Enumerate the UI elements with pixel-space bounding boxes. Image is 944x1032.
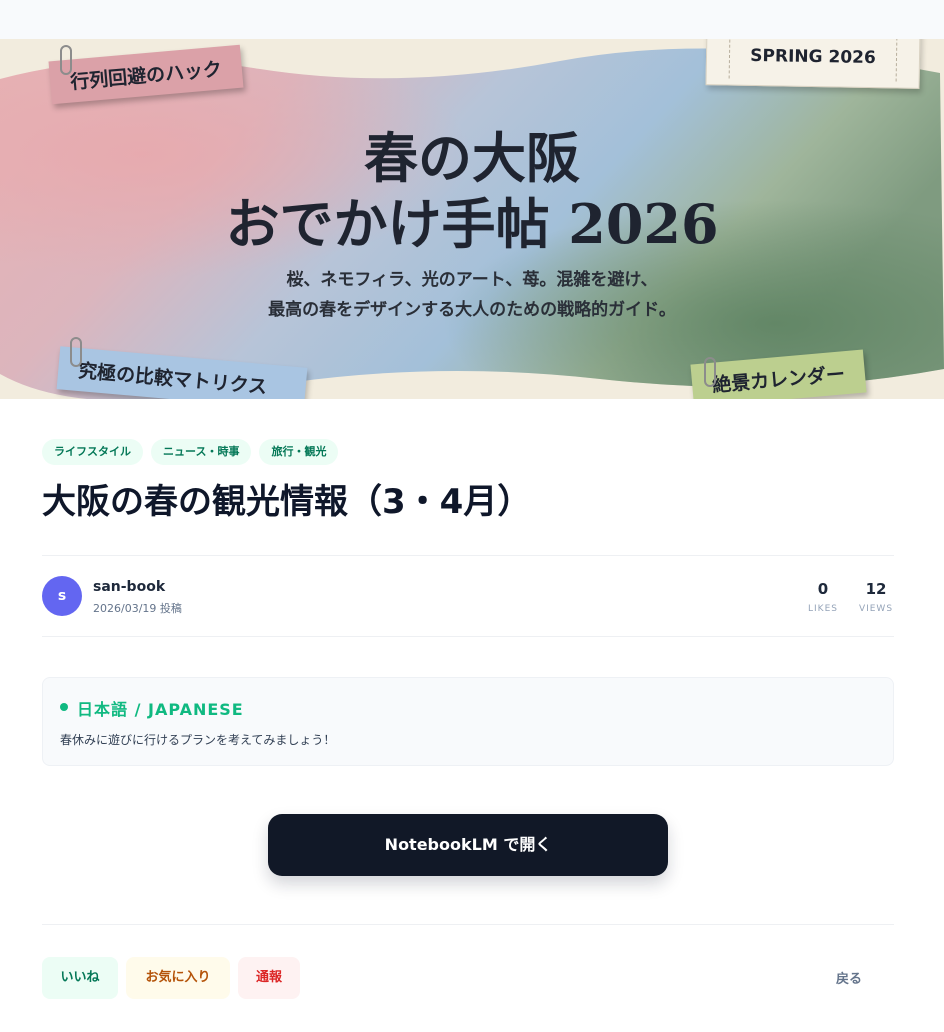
views-count: 12 bbox=[865, 580, 887, 598]
views-label: VIEWS bbox=[858, 604, 894, 614]
hero-title-line2: おでかけ手帖 2026 bbox=[225, 192, 719, 256]
paperclip-icon bbox=[70, 337, 82, 367]
language-dot-icon bbox=[60, 703, 68, 711]
back-link[interactable]: 戻る bbox=[836, 968, 862, 987]
tag-list: ライフスタイル ニュース・時事 旅行・観光 bbox=[42, 439, 339, 465]
tag-lifestyle[interactable]: ライフスタイル bbox=[42, 439, 143, 465]
likes-label: LIKES bbox=[808, 604, 838, 614]
divider bbox=[42, 636, 894, 637]
tag-travel[interactable]: 旅行・観光 bbox=[259, 439, 339, 465]
open-notebooklm-button[interactable]: NotebookLM で開く bbox=[268, 814, 668, 876]
like-button[interactable]: いいね bbox=[42, 957, 118, 999]
views-stat: 12 VIEWS bbox=[856, 579, 896, 619]
hero-banner: 春の大阪 おでかけ手帖 2026 桜、ネモフィラ、光のアート、苺。混雑を避け、 … bbox=[0, 39, 944, 399]
tag-news[interactable]: ニュース・時事 bbox=[151, 439, 252, 465]
hero-subtitle-line2: 最高の春をデザインする大人のための戦略的ガイド。 bbox=[268, 300, 676, 320]
language-label: 日本語 / JAPANESE bbox=[77, 700, 244, 719]
favorite-button[interactable]: お気に入り bbox=[126, 957, 230, 999]
hero-title-line1: 春の大阪 bbox=[364, 126, 580, 190]
top-bar bbox=[0, 0, 944, 39]
divider bbox=[42, 555, 894, 556]
avatar[interactable]: s bbox=[42, 576, 82, 616]
spring-ticket: SPRING 2026 bbox=[705, 39, 921, 89]
hero-subtitle-line1: 桜、ネモフィラ、光のアート、苺。混雑を避け、 bbox=[286, 270, 658, 290]
ticket-perforation bbox=[728, 39, 898, 82]
language-section: 日本語 / JAPANESE 春休みに遊びに行けるプランを考えてみましょう！ bbox=[42, 677, 894, 766]
post-title: 大阪の春の観光情報（3・4月） bbox=[42, 482, 532, 522]
likes-count: 0 bbox=[817, 580, 829, 598]
post-description: 春休みに遊びに行けるプランを考えてみましょう！ bbox=[60, 733, 336, 747]
paperclip-icon bbox=[704, 357, 716, 387]
post-date: 2026/03/19 投稿 bbox=[93, 602, 182, 615]
likes-stat: 0 LIKES bbox=[804, 579, 842, 619]
report-button[interactable]: 通報 bbox=[238, 957, 300, 999]
author-name[interactable]: san-book bbox=[93, 579, 165, 595]
paperclip-icon bbox=[60, 45, 72, 75]
divider bbox=[42, 924, 894, 925]
